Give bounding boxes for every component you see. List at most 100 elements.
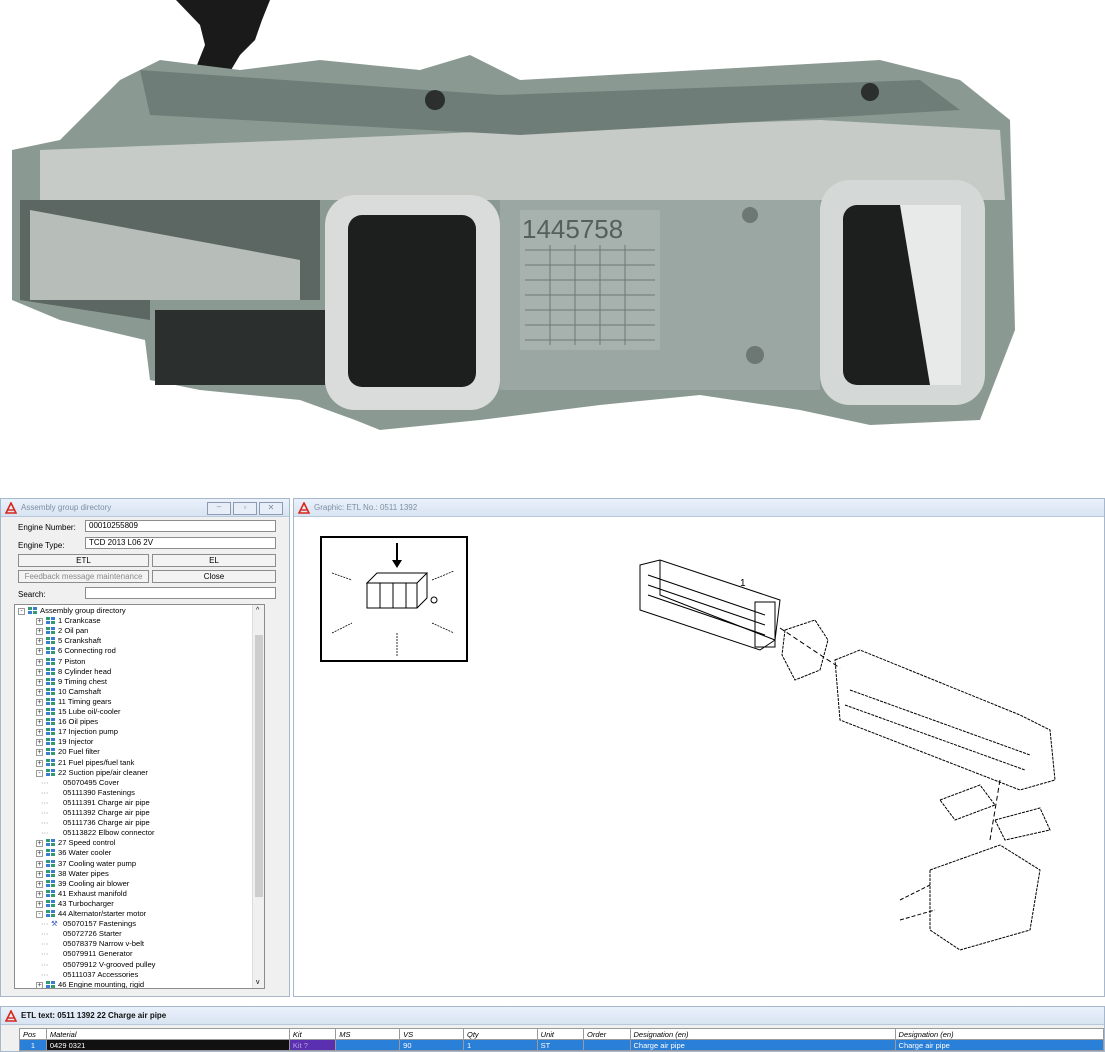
tree-item[interactable]: ⋯ 05078379 Narrow v-belt xyxy=(15,939,253,949)
tree-item[interactable]: ⋯ 05070495 Cover xyxy=(15,778,253,788)
expand-icon[interactable]: + xyxy=(36,719,43,727)
tree-item[interactable]: +6 Connecting rod xyxy=(15,646,253,656)
tree-item[interactable]: +41 Exhaust manifold xyxy=(15,889,253,899)
tree-item[interactable]: ⋯ ⚒ 05070157 Fastenings xyxy=(15,919,253,929)
tree-item[interactable]: ⋯ 05111736 Charge air pipe xyxy=(15,818,253,828)
tree-item[interactable]: ⋯ 05111037 Accessories xyxy=(15,970,253,980)
expand-icon[interactable]: + xyxy=(36,850,43,858)
tree-item[interactable]: ⋯ 05079912 V-grooved pulley xyxy=(15,960,253,970)
tree-item[interactable]: +20 Fuel filter xyxy=(15,747,253,757)
tree-item[interactable]: +11 Timing gears xyxy=(15,697,253,707)
tree-item[interactable]: +36 Water cooler xyxy=(15,848,253,858)
tree-item[interactable]: +7 Piston xyxy=(15,657,253,667)
assembly-tree[interactable]: - Assembly group directory +1 Crankcase +2 … xyxy=(14,604,265,989)
tree-item[interactable]: +37 Cooling water pump xyxy=(15,859,253,869)
column-header[interactable]: Qty xyxy=(463,1028,538,1040)
minimize-button[interactable]: – xyxy=(207,502,231,515)
collapse-icon[interactable]: - xyxy=(18,608,25,615)
tree-item[interactable]: +27 Speed control xyxy=(15,838,253,848)
tree-item[interactable]: +1 Crankcase xyxy=(15,616,253,626)
table-cell xyxy=(335,1039,401,1051)
expand-icon[interactable]: + xyxy=(36,658,43,666)
scroll-thumb[interactable] xyxy=(255,635,263,897)
column-header[interactable]: Material xyxy=(45,1028,290,1040)
etl-body: 1 0429 0321 Kit ? 90 1 ST Charge air pipe Charg… xyxy=(19,1039,1105,1051)
tree-item[interactable]: +38 Water pipes xyxy=(15,869,253,879)
expand-icon[interactable]: + xyxy=(36,870,43,878)
tree-item[interactable]: ⋯ 05111391 Charge air pipe xyxy=(15,798,253,808)
column-header[interactable]: MS xyxy=(335,1028,401,1040)
close-window-button[interactable]: ✕ xyxy=(259,502,283,515)
tree-item[interactable]: ⋯ 05111392 Charge air pipe xyxy=(15,808,253,818)
tree-item-label: 05078379 Narrow v-belt xyxy=(63,939,145,949)
tree-item[interactable]: ⋯ 05079911 Generator xyxy=(15,949,253,959)
expand-icon[interactable]: + xyxy=(36,668,43,676)
tree-item[interactable]: +2 Oil pan xyxy=(15,626,253,636)
tree-item-label: 05079912 V-grooved pulley xyxy=(63,959,156,969)
expand-icon[interactable]: + xyxy=(36,638,43,646)
tree-item[interactable]: - 22 Suction pipe/air cleaner xyxy=(15,768,253,778)
tree-item[interactable]: +5 Crankshaft xyxy=(15,636,253,646)
search-input[interactable] xyxy=(85,587,276,599)
tree-item[interactable]: +15 Lube oil/-cooler xyxy=(15,707,253,717)
column-header[interactable]: Unit xyxy=(536,1028,585,1040)
tree-item[interactable]: +43 Turbocharger xyxy=(15,899,253,909)
tree-connector: ⋯ xyxy=(41,949,49,959)
expand-icon[interactable]: + xyxy=(36,628,43,636)
tree-item[interactable]: +8 Cylinder head xyxy=(15,667,253,677)
feedback-button[interactable]: Feedback message maintenance xyxy=(18,570,149,583)
expand-icon[interactable]: + xyxy=(36,860,43,868)
expand-icon[interactable]: + xyxy=(36,618,43,626)
column-header[interactable]: Designation (en) xyxy=(894,1028,1105,1040)
tree-scrollbar[interactable]: ^ v xyxy=(252,605,264,988)
tree-item-label: 05111390 Fastenings xyxy=(63,787,135,797)
expand-icon[interactable]: + xyxy=(36,840,43,848)
expand-icon[interactable]: + xyxy=(36,698,43,706)
el-button[interactable]: EL xyxy=(152,554,276,567)
engine-type-field[interactable]: TCD 2013 L06 2V xyxy=(85,537,276,549)
tree-item-label: 05113822 Elbow connector xyxy=(63,828,155,838)
expand-icon[interactable]: + xyxy=(36,678,43,686)
tree-item[interactable]: - 44 Alternator/starter motor xyxy=(15,909,253,919)
expand-icon[interactable]: + xyxy=(36,729,43,737)
expand-icon[interactable]: + xyxy=(36,900,43,908)
expand-icon[interactable]: + xyxy=(36,981,43,988)
maximize-button[interactable]: ▫ xyxy=(233,502,257,515)
expand-icon[interactable]: + xyxy=(36,709,43,716)
tree-item[interactable]: +19 Injector xyxy=(15,737,253,747)
tree-item[interactable]: ⋯ 05072726 Starter xyxy=(15,929,253,939)
table-cell xyxy=(583,1039,631,1051)
collapse-icon[interactable]: - xyxy=(36,769,43,777)
tree-item[interactable]: - Assembly group directory xyxy=(15,606,253,616)
expand-icon[interactable]: + xyxy=(36,648,43,656)
column-header[interactable]: Designation (en) xyxy=(629,1028,896,1040)
column-header[interactable]: Order xyxy=(583,1028,631,1040)
tree-item[interactable]: +16 Oil pipes xyxy=(15,717,253,727)
expand-icon[interactable]: + xyxy=(36,880,43,888)
tree-item[interactable]: +46 Engine mounting, rigid xyxy=(15,980,253,988)
tree-item[interactable]: +10 Camshaft xyxy=(15,687,253,697)
expand-icon[interactable]: + xyxy=(36,688,43,696)
tree-item[interactable]: +21 Fuel pipes/fuel tank xyxy=(15,758,253,768)
tree-item[interactable]: +9 Timing chest xyxy=(15,677,253,687)
tree-item[interactable]: +39 Cooling air blower xyxy=(15,879,253,889)
column-header[interactable]: Kit xyxy=(288,1028,337,1040)
table-row[interactable]: 1 0429 0321 Kit ? 90 1 ST Charge air pipe Charg… xyxy=(19,1039,1105,1051)
expand-icon[interactable]: + xyxy=(36,759,43,767)
column-header[interactable]: VS xyxy=(399,1028,465,1040)
close-button[interactable]: Close xyxy=(152,570,276,583)
etl-button[interactable]: ETL xyxy=(18,554,149,567)
expand-icon[interactable]: + xyxy=(36,890,43,898)
scroll-up-icon[interactable]: ^ xyxy=(256,607,259,614)
tree-item[interactable]: ⋯ 05113822 Elbow connector xyxy=(15,828,253,838)
expand-icon[interactable]: + xyxy=(36,749,43,757)
scroll-down-icon[interactable]: v xyxy=(256,979,260,986)
tree-item[interactable]: ⋯ 05111390 Fastenings xyxy=(15,788,253,798)
collapse-icon[interactable]: - xyxy=(36,911,43,918)
expand-icon[interactable]: + xyxy=(36,739,43,747)
etl-table[interactable]: Pos Material Kit MS VS Qty Unit Order Designatio… xyxy=(19,1028,1105,1051)
tree-item[interactable]: +17 Injection pump xyxy=(15,727,253,737)
column-header[interactable]: Pos xyxy=(19,1028,47,1040)
assembly-group-icon xyxy=(46,677,55,685)
engine-number-field[interactable]: 00010255809 xyxy=(85,520,276,532)
